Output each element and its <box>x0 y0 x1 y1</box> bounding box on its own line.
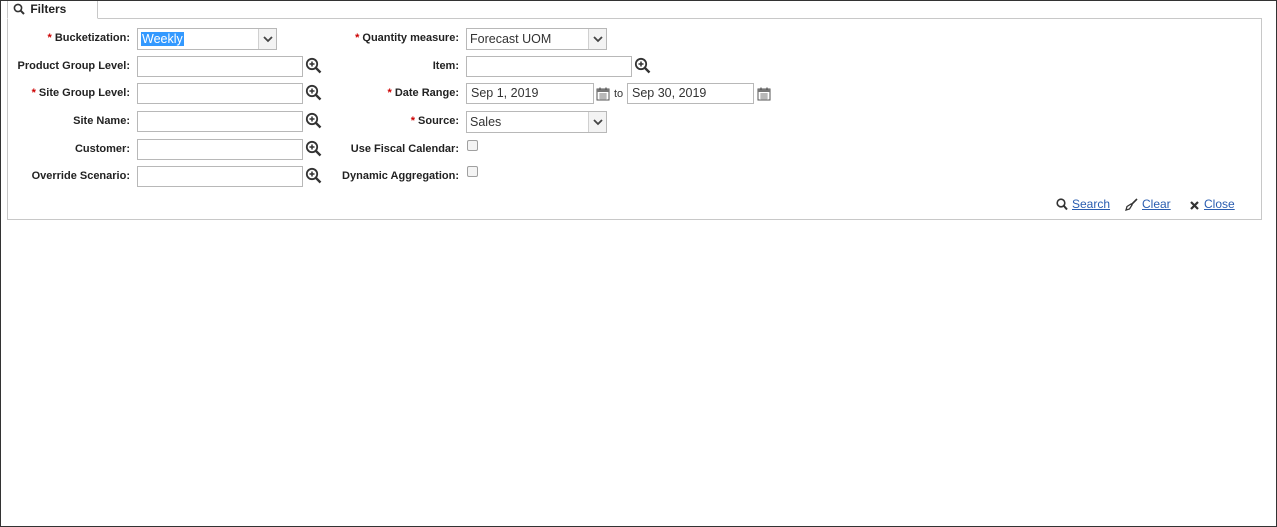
source-label: * Source: <box>321 114 459 128</box>
quantity-measure-label-text: Quantity measure: <box>362 32 459 44</box>
item-label: Item: <box>432 60 459 72</box>
site-group-level-label: * Site Group Level: <box>1 86 130 100</box>
source-select[interactable]: Sales <box>466 111 607 133</box>
chevron-down-icon[interactable] <box>588 29 606 49</box>
date-to-input[interactable]: Sep 30, 2019 <box>627 83 754 104</box>
customer-input[interactable] <box>137 139 303 160</box>
use-fiscal-calendar-label: Use Fiscal Calendar: <box>350 143 459 155</box>
bucketization-select[interactable]: Weekly <box>137 28 277 50</box>
tab-filters-label: Filters <box>30 2 67 16</box>
zoom-in-icon[interactable] <box>305 140 322 157</box>
calendar-icon[interactable] <box>757 87 771 101</box>
site-group-level-label-text: Site Group Level: <box>38 87 130 99</box>
required-marker: * <box>355 32 360 44</box>
chevron-down-icon[interactable] <box>588 112 606 132</box>
clear-button[interactable]: Clear <box>1125 197 1171 211</box>
dynamic-aggregation-checkbox[interactable] <box>467 166 478 177</box>
zoom-in-icon[interactable] <box>305 167 322 184</box>
site-name-label: Site Name: <box>73 115 130 127</box>
close-button[interactable]: Close <box>1189 197 1235 211</box>
quantity-measure-label: * Quantity measure: <box>321 31 459 45</box>
zoom-in-icon[interactable] <box>634 57 651 74</box>
close-button-label: Close <box>1204 197 1235 211</box>
product-group-level-input[interactable] <box>137 56 303 77</box>
calendar-icon[interactable] <box>596 87 610 101</box>
required-marker: * <box>387 87 392 99</box>
site-group-level-input[interactable] <box>137 83 303 104</box>
source-value: Sales <box>470 115 502 129</box>
site-name-input[interactable] <box>137 111 303 132</box>
dynamic-aggregation-label: Dynamic Aggregation: <box>342 170 459 182</box>
date-range-label-text: Date Range: <box>394 87 459 99</box>
chevron-down-icon[interactable] <box>258 29 276 49</box>
required-marker: * <box>31 87 36 99</box>
broom-icon <box>1125 198 1138 211</box>
zoom-in-icon[interactable] <box>305 112 322 129</box>
product-group-level-label: Product Group Level: <box>17 60 130 72</box>
date-range-label: * Date Range: <box>321 86 459 100</box>
date-range-to-label: to <box>614 88 624 100</box>
search-button-label: Search <box>1072 197 1111 211</box>
use-fiscal-calendar-checkbox[interactable] <box>467 140 478 151</box>
tab-filters[interactable]: Filters <box>7 1 98 19</box>
required-marker: * <box>410 115 416 127</box>
bucketization-label: * Bucketization: <box>1 31 130 45</box>
item-input[interactable] <box>466 56 632 77</box>
clear-button-label: Clear <box>1142 197 1171 211</box>
override-scenario-input[interactable] <box>137 166 303 187</box>
date-from-input[interactable]: Sep 1, 2019 <box>466 83 594 104</box>
quantity-measure-select[interactable]: Forecast UOM <box>466 28 607 50</box>
search-icon <box>1056 198 1068 211</box>
bucketization-label-text: Bucketization: <box>54 32 130 44</box>
quantity-measure-value: Forecast UOM <box>470 32 552 46</box>
zoom-in-icon[interactable] <box>305 84 322 101</box>
required-marker: * <box>47 32 52 44</box>
search-icon <box>13 3 25 15</box>
source-label-text: Source: <box>418 115 459 127</box>
bucketization-value: Weekly <box>141 32 184 46</box>
customer-label: Customer: <box>74 143 130 155</box>
window-frame: Filters * Bucketization: Weekly Product G… <box>0 0 1277 527</box>
close-icon <box>1190 201 1199 210</box>
override-scenario-label: Override Scenario: <box>31 170 130 182</box>
search-button[interactable]: Search <box>1056 197 1110 211</box>
zoom-in-icon[interactable] <box>305 57 322 74</box>
